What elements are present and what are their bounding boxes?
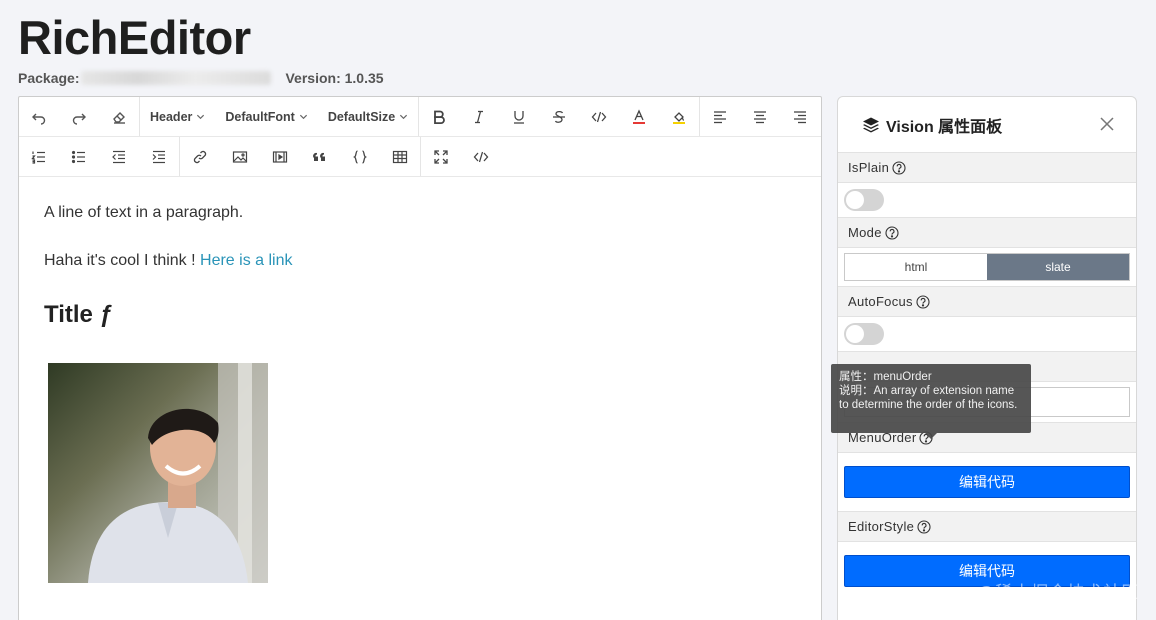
code-block-icon[interactable] bbox=[340, 137, 380, 177]
chevron-down-icon bbox=[197, 114, 205, 120]
header-select-value: Header bbox=[150, 109, 193, 124]
font-select-value: DefaultFont bbox=[225, 109, 295, 124]
panel-title: Vision 属性面板 bbox=[886, 118, 1003, 136]
format-group bbox=[419, 97, 701, 137]
table-icon[interactable] bbox=[380, 137, 420, 177]
align-group bbox=[700, 97, 820, 136]
chevron-down-icon bbox=[299, 114, 307, 120]
version-label: Version: 1.0.35 bbox=[285, 70, 384, 86]
mode-option-slate[interactable]: slate bbox=[987, 254, 1129, 280]
menuorder-tooltip: 属性：menuOrder 说明：An array of extension na… bbox=[831, 364, 1031, 439]
autofocus-switch[interactable] bbox=[844, 323, 884, 345]
watermark: @稀土掘金技术社区 bbox=[977, 583, 1140, 602]
indent-icon[interactable] bbox=[139, 137, 179, 177]
prop-autofocus-text: AutoFocus bbox=[848, 294, 913, 309]
layers-icon bbox=[863, 117, 879, 132]
insert-group bbox=[180, 137, 421, 176]
prop-mode-label: Mode bbox=[838, 217, 1136, 248]
redo-icon[interactable] bbox=[59, 97, 99, 137]
source-code-icon[interactable] bbox=[461, 137, 501, 177]
ordered-list-icon[interactable] bbox=[19, 137, 59, 177]
tooltip-line-2: 说明：An array of extension name to determi… bbox=[839, 385, 1018, 411]
strikethrough-icon[interactable] bbox=[539, 97, 579, 137]
content-heading: Title ƒ bbox=[44, 301, 113, 328]
list-group bbox=[19, 137, 180, 176]
underline-icon[interactable] bbox=[499, 97, 539, 137]
history-group bbox=[19, 97, 140, 136]
package-name-blurred bbox=[81, 71, 272, 85]
image-icon[interactable] bbox=[220, 137, 260, 177]
view-group bbox=[421, 137, 501, 176]
package-info: Package: Version: 1.0.35 bbox=[18, 70, 384, 86]
paragraph-2: Haha it's cool I think ! Here is a link bbox=[44, 249, 796, 273]
mode-segmented-control: html slate bbox=[844, 253, 1130, 281]
panel-header: Vision 属性面板 bbox=[838, 97, 1136, 152]
rich-editor: Header DefaultFont DefaultSize A line of… bbox=[18, 96, 822, 620]
font-color-icon[interactable] bbox=[619, 97, 659, 137]
eraser-icon[interactable] bbox=[99, 97, 139, 137]
prop-autofocus-label: AutoFocus bbox=[838, 286, 1136, 317]
video-icon[interactable] bbox=[260, 137, 300, 177]
italic-icon[interactable] bbox=[459, 97, 499, 137]
prop-mode-text: Mode bbox=[848, 225, 882, 240]
outdent-icon[interactable] bbox=[99, 137, 139, 177]
link-icon[interactable] bbox=[180, 137, 220, 177]
help-icon[interactable] bbox=[885, 225, 899, 240]
align-left-icon[interactable] bbox=[700, 97, 740, 137]
bold-icon[interactable] bbox=[419, 97, 459, 137]
content-link[interactable]: Here is a link bbox=[200, 252, 292, 269]
font-select[interactable]: DefaultFont bbox=[215, 97, 317, 137]
paragraph-2-text: Haha it's cool I think ! bbox=[44, 252, 201, 269]
prop-menuorder-body: 编辑代码 bbox=[838, 453, 1136, 511]
paragraph-1: A line of text in a paragraph. bbox=[44, 204, 244, 221]
tooltip-line-1: 属性：menuOrder bbox=[839, 371, 932, 383]
quote-icon[interactable] bbox=[300, 137, 340, 177]
chevron-down-icon bbox=[400, 114, 408, 120]
highlight-icon[interactable] bbox=[659, 97, 699, 137]
toolbar-row-1: Header DefaultFont DefaultSize bbox=[19, 97, 821, 137]
toolbar-row-2 bbox=[19, 137, 821, 177]
help-icon[interactable] bbox=[916, 294, 930, 309]
prop-editorstyle-text: EditorStyle bbox=[848, 519, 915, 534]
select-group: Header DefaultFont DefaultSize bbox=[140, 97, 420, 137]
prop-isplain-body bbox=[838, 183, 1136, 217]
prop-editorstyle-label: EditorStyle bbox=[838, 511, 1136, 542]
close-icon[interactable] bbox=[1098, 115, 1116, 133]
prop-autofocus-body bbox=[838, 317, 1136, 351]
prop-mode-body: html slate bbox=[838, 248, 1136, 286]
align-center-icon[interactable] bbox=[740, 97, 780, 137]
bulleted-list-icon[interactable] bbox=[59, 137, 99, 177]
header-select[interactable]: Header bbox=[140, 97, 215, 137]
prop-isplain-label: IsPlain bbox=[838, 152, 1136, 183]
portrait-photo[interactable] bbox=[48, 363, 268, 583]
code-icon[interactable] bbox=[579, 97, 619, 137]
vision-property-panel: Vision 属性面板 IsPlain Mode html slate Auto… bbox=[837, 96, 1137, 620]
fullscreen-icon[interactable] bbox=[421, 137, 461, 177]
prop-isplain-text: IsPlain bbox=[848, 160, 890, 175]
align-right-icon[interactable] bbox=[780, 97, 820, 137]
package-label: Package: bbox=[18, 70, 80, 86]
size-select-value: DefaultSize bbox=[327, 109, 396, 124]
size-select[interactable]: DefaultSize bbox=[318, 97, 418, 137]
menuorder-edit-code-button[interactable]: 编辑代码 bbox=[844, 466, 1130, 498]
app-title: RichEditor bbox=[18, 11, 251, 64]
editor-content[interactable]: A line of text in a paragraph. Haha it's… bbox=[19, 177, 821, 607]
mode-option-html[interactable]: html bbox=[845, 254, 987, 280]
isplain-switch[interactable] bbox=[844, 189, 884, 211]
help-icon[interactable] bbox=[892, 160, 906, 175]
help-icon[interactable] bbox=[917, 519, 931, 534]
undo-icon[interactable] bbox=[19, 97, 59, 137]
